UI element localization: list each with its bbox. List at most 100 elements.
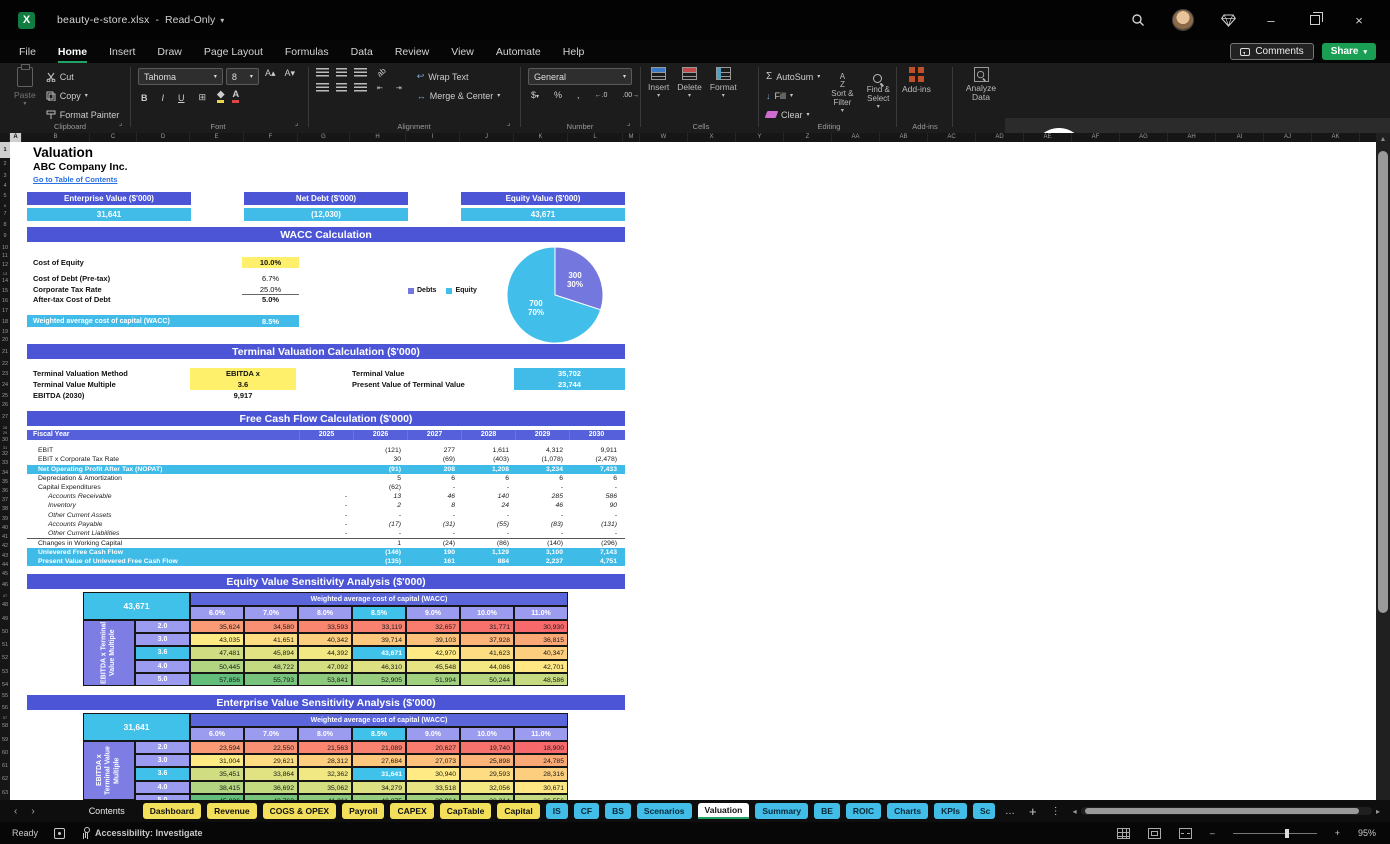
paste-button[interactable]: Paste▾ bbox=[14, 67, 36, 107]
fcf-cell[interactable]: (131) bbox=[569, 520, 623, 529]
equity-sens-cell[interactable]: 31,771 bbox=[460, 620, 514, 633]
addins-button[interactable]: Add-ins bbox=[902, 67, 931, 94]
zoom-out-button[interactable]: – bbox=[1210, 828, 1215, 838]
fcf-cell[interactable]: 6 bbox=[515, 474, 569, 483]
fcf-cell[interactable]: - bbox=[461, 483, 515, 492]
fcf-cell[interactable]: - bbox=[407, 511, 461, 520]
equity-sens-cell[interactable]: 45,894 bbox=[244, 646, 298, 659]
currency-format-button[interactable]: $▾ bbox=[528, 90, 542, 100]
ev-sens-cell[interactable]: 35,451 bbox=[190, 767, 244, 780]
column-header-C[interactable]: C bbox=[90, 133, 137, 142]
number-format-select[interactable]: General▾ bbox=[528, 68, 632, 85]
equity-sens-cell[interactable]: 57,856 bbox=[190, 673, 244, 686]
column-header-AI[interactable]: AI bbox=[1216, 133, 1264, 142]
equity-sens-cell[interactable]: 47,092 bbox=[298, 660, 352, 673]
equity-sens-cell[interactable]: 34,580 bbox=[244, 620, 298, 633]
ev-sens-cell[interactable]: 35,062 bbox=[298, 781, 352, 794]
ev-sens-cell[interactable]: 30,671 bbox=[514, 781, 568, 794]
column-header-AH[interactable]: AH bbox=[1168, 133, 1216, 142]
menu-tab-help[interactable]: Help bbox=[553, 43, 595, 61]
ev-sens-cell[interactable]: 29,621 bbox=[244, 754, 298, 767]
fcf-cell[interactable]: 3,234 bbox=[515, 465, 569, 474]
shrink-font-button[interactable]: A▾ bbox=[281, 68, 298, 85]
fill-button[interactable]: ↓Fill ▾ bbox=[766, 87, 820, 104]
horizontal-scrollbar[interactable]: ◂ ▸ bbox=[1073, 806, 1380, 816]
fcf-cell[interactable]: 208 bbox=[407, 465, 461, 474]
equity-sens-cell[interactable]: 50,244 bbox=[460, 673, 514, 686]
excel-app-icon[interactable]: X bbox=[18, 12, 35, 29]
fcf-cell[interactable]: - bbox=[299, 501, 353, 510]
equity-sens-cell[interactable]: 33,593 bbox=[298, 620, 352, 633]
fcf-cell[interactable]: 2,237 bbox=[515, 557, 569, 566]
card-value-2[interactable]: 43,671 bbox=[461, 208, 625, 221]
sort-filter-button[interactable]: AZSort & Filter▾ bbox=[830, 73, 854, 114]
fcf-cell[interactable]: 13 bbox=[353, 492, 407, 501]
premium-diamond-icon[interactable] bbox=[1220, 12, 1236, 28]
sheet-tab-bs[interactable]: BS bbox=[605, 803, 631, 819]
ev-sens-cell[interactable]: 21,089 bbox=[352, 741, 406, 754]
card-value-0[interactable]: 31,641 bbox=[27, 208, 191, 221]
menu-tab-page-layout[interactable]: Page Layout bbox=[194, 43, 273, 61]
sheet-tab-payroll[interactable]: Payroll bbox=[342, 803, 384, 819]
ev-sens-cell[interactable]: 31,641 bbox=[352, 767, 406, 780]
fcf-cell[interactable]: 46 bbox=[407, 492, 461, 501]
fcf-cell[interactable]: - bbox=[299, 492, 353, 501]
fcf-cell[interactable]: 6 bbox=[407, 474, 461, 483]
fcf-cell[interactable]: 5 bbox=[353, 474, 407, 483]
sheet-canvas[interactable]: ABCDEFGHIJKLMWXYZAAABACADAEAFAGAHAIAJAK … bbox=[0, 133, 1390, 800]
fcf-cell[interactable]: (17) bbox=[353, 520, 407, 529]
fcf-cell[interactable]: 884 bbox=[461, 557, 515, 566]
accessibility-status[interactable]: Accessibility: Investigate bbox=[95, 828, 203, 838]
column-header-D[interactable]: D bbox=[137, 133, 190, 142]
ev-sens-cell[interactable]: 21,563 bbox=[298, 741, 352, 754]
bold-button[interactable]: B bbox=[138, 93, 151, 103]
equity-sens-cell[interactable]: 35,624 bbox=[190, 620, 244, 633]
sheet-tab-revenue[interactable]: Revenue bbox=[207, 803, 256, 819]
column-header-K[interactable]: K bbox=[514, 133, 568, 142]
search-icon[interactable] bbox=[1130, 12, 1146, 28]
equity-sens-cell[interactable]: 50,445 bbox=[190, 660, 244, 673]
fcf-cell[interactable]: (1,078) bbox=[515, 455, 569, 464]
fcf-cell[interactable]: (62) bbox=[353, 483, 407, 492]
card-value-1[interactable]: (12,030) bbox=[244, 208, 408, 221]
ev-sens-cell[interactable]: 33,518 bbox=[406, 781, 460, 794]
terminal-right-value-1[interactable]: 23,744 bbox=[514, 379, 625, 390]
sheet-tab-captable[interactable]: CapTable bbox=[440, 803, 492, 819]
sheet-tab-valuation[interactable]: Valuation bbox=[698, 803, 750, 819]
sheet-tab-summary[interactable]: Summary bbox=[755, 803, 808, 819]
align-bottom-icon[interactable] bbox=[354, 68, 367, 77]
fcf-cell[interactable]: 1,611 bbox=[461, 446, 515, 455]
terminal-left-value-0[interactable]: EBITDA x bbox=[190, 368, 296, 379]
column-header-M[interactable]: M bbox=[623, 133, 640, 142]
zoom-in-button[interactable]: + bbox=[1335, 828, 1340, 838]
column-header-Z[interactable]: Z bbox=[784, 133, 832, 142]
fcf-cell[interactable]: 6 bbox=[569, 474, 623, 483]
fcf-cell[interactable]: - bbox=[407, 529, 461, 538]
zoom-level[interactable]: 95% bbox=[1358, 828, 1376, 838]
fcf-cell[interactable]: - bbox=[569, 529, 623, 538]
fcf-cell[interactable]: 4,312 bbox=[515, 446, 569, 455]
fcf-cell[interactable]: - bbox=[353, 529, 407, 538]
sheet-options-kebab[interactable]: ⋮ bbox=[1051, 806, 1061, 817]
ev-sens-cell[interactable]: 32,056 bbox=[460, 781, 514, 794]
increase-decimal-button[interactable]: ←.0 bbox=[592, 92, 611, 99]
fcf-cell[interactable]: 1,208 bbox=[461, 465, 515, 474]
equity-sens-cell[interactable]: 43,671 bbox=[352, 646, 406, 659]
next-sheet-button[interactable]: › bbox=[31, 806, 48, 817]
ev-sens-cell[interactable]: 19,740 bbox=[460, 741, 514, 754]
fcf-cell[interactable]: 7,433 bbox=[569, 465, 623, 474]
equity-sens-cell[interactable]: 44,086 bbox=[460, 660, 514, 673]
sheet-tab-charts[interactable]: Charts bbox=[887, 803, 928, 819]
column-header-AF[interactable]: AF bbox=[1072, 133, 1120, 142]
equity-sens-cell[interactable]: 32,657 bbox=[406, 620, 460, 633]
equity-sens-cell[interactable]: 36,815 bbox=[514, 633, 568, 646]
sheet-tab-contents[interactable]: Contents bbox=[77, 803, 137, 819]
column-headers[interactable]: ABCDEFGHIJKLMWXYZAAABACADAEAFAGAHAIAJAK bbox=[0, 133, 1376, 142]
fcf-cell[interactable]: 90 bbox=[569, 501, 623, 510]
equity-sens-cell[interactable]: 39,103 bbox=[406, 633, 460, 646]
autosum-button[interactable]: ΣAutoSum ▾ bbox=[766, 68, 820, 85]
ev-sens-cell[interactable]: 33,864 bbox=[244, 767, 298, 780]
sheet-tab-cogs-opex[interactable]: COGS & OPEX bbox=[263, 803, 337, 819]
fcf-cell[interactable]: (146) bbox=[353, 548, 407, 557]
menu-tab-review[interactable]: Review bbox=[385, 43, 439, 61]
